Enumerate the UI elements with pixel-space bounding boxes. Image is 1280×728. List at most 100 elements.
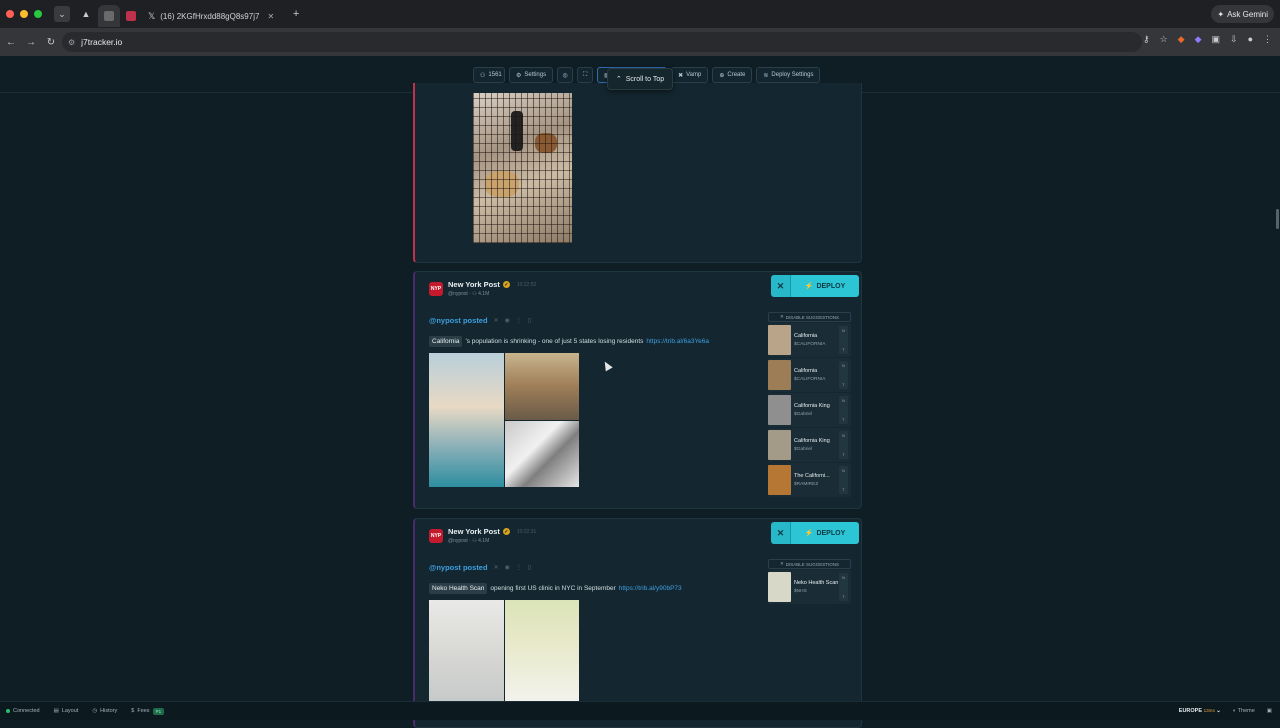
x-favicon-icon: 𝕏 [148, 10, 156, 21]
suggestion-thumb [768, 395, 791, 425]
suggestion-actions[interactable]: NT [839, 326, 848, 354]
fees-button[interactable]: $ Fees P1 [131, 707, 172, 715]
author-name[interactable]: New York Post [448, 527, 500, 536]
chat-icon[interactable]: ▣ [1267, 708, 1272, 714]
disable-suggestions-button[interactable]: ✕ DISABLE SUGGESTIONS [768, 312, 851, 322]
keyword-chip[interactable]: California [429, 336, 463, 347]
suggestion-item[interactable]: California King $Gabriel NT [768, 428, 851, 462]
url-input[interactable]: ⚙ j7tracker.io [62, 32, 1142, 52]
suggestion-item[interactable]: California $CALIFORNIA NT [768, 323, 851, 357]
close-tab-icon[interactable]: ✕ [267, 12, 274, 21]
pen-fence [473, 93, 572, 243]
deploy-button[interactable]: ⚡ DEPLOY [791, 522, 859, 544]
x-link-button[interactable]: ✕ [771, 275, 791, 297]
tweet-link[interactable]: https://trib.al/y90bP73 [619, 585, 682, 592]
pinned-tab-icon[interactable]: ▲ [78, 6, 94, 22]
disable-suggestions-button[interactable]: ✕ DISABLE SUGGESTIONS [768, 559, 851, 569]
settings-button[interactable]: ⚙ Settings [509, 67, 554, 83]
browser-extensions: ⚷ ☆ ◆ ◆ ▣ ⇩ ● ⋮ [1143, 34, 1272, 45]
copy-icon[interactable]: ▯ [528, 564, 531, 571]
region-selector[interactable]: EUROPE 13ms ⌄ [1179, 708, 1221, 714]
download-icon[interactable]: ⇩ [1230, 34, 1238, 45]
verified-badge-icon: ✓ [502, 528, 510, 535]
browser-menu-icon[interactable]: ⋮ [1263, 34, 1272, 45]
suggestion-item[interactable]: California $CALIFORNIA NT [768, 358, 851, 392]
more-icon[interactable]: ⋮ [516, 564, 522, 571]
bookmark-star-icon[interactable]: ☆ [1160, 34, 1168, 45]
back-icon[interactable]: ← [2, 37, 20, 48]
suggestion-item[interactable]: Neko Health Scan $NHS NT [768, 570, 851, 604]
tweet-link[interactable]: https://trib.al/6a3Ye6a [646, 338, 709, 345]
expand-icon: ⛶ [582, 71, 588, 78]
password-key-icon[interactable]: ⚷ [1143, 34, 1150, 45]
media-clinic-interior[interactable] [504, 600, 579, 704]
fees-badge: P1 [152, 707, 165, 715]
tab-j7tracker[interactable] [98, 5, 120, 27]
theme-icon: ◐ [1232, 708, 1237, 714]
profile-avatar-icon[interactable]: ● [1248, 34, 1253, 45]
media-street[interactable] [504, 353, 579, 420]
suggestion-actions[interactable]: NT [839, 466, 848, 494]
network-button[interactable]: ◎ [557, 67, 574, 83]
copy-icon[interactable]: ▯ [528, 317, 531, 324]
close-window-icon[interactable] [6, 10, 14, 18]
new-tab-button[interactable]: + [288, 6, 304, 22]
scroll-to-top-button[interactable]: ⌃ Scroll to Top [607, 68, 673, 90]
suggestion-actions[interactable]: NT [839, 396, 848, 424]
page-scrollbar[interactable] [1274, 93, 1280, 701]
tweet-photo-dogs[interactable] [473, 93, 572, 243]
maximize-window-icon[interactable] [34, 10, 42, 18]
tweet-header: NYP New York Post ✓ 10:22:52 @nypost · ⚇… [429, 280, 537, 297]
suggestion-item[interactable]: California King $Gabriel NT [768, 393, 851, 427]
tab-pinned-news[interactable] [120, 5, 142, 27]
more-icon[interactable]: ⋮ [516, 317, 522, 324]
tweet-card: NYP New York Post ✓ 10:22:31 @nypost · ⚇… [413, 518, 862, 728]
users-count-button[interactable]: ⚇ 1561 [473, 67, 505, 83]
deploy-settings-button[interactable]: ≋ Deploy Settings [756, 67, 821, 83]
tab-x-post[interactable]: 𝕏 (16) 2KGfHrxdd88gQ8s97j7 ✕ [142, 5, 280, 27]
extension-fox-icon[interactable]: ◆ [1178, 34, 1185, 45]
scrollbar-thumb[interactable] [1276, 209, 1279, 229]
keyword-chip[interactable]: Neko Health Scan [429, 583, 488, 594]
deploy-button[interactable]: ⚡ DEPLOY [791, 275, 859, 297]
reload-icon[interactable]: ↻ [42, 37, 60, 48]
media-surfers[interactable] [429, 353, 504, 487]
author-handle: @nypost [448, 291, 468, 297]
x-link-button[interactable]: ✕ [771, 522, 791, 544]
history-button[interactable]: ◷ History [92, 708, 125, 714]
author-handle: @nypost [448, 538, 468, 544]
suggestion-item[interactable]: The Californi... $RAMIREZ NT [768, 463, 851, 497]
layout-button[interactable]: ▤ Layout [54, 708, 87, 714]
avatar[interactable]: NYP [429, 282, 443, 296]
forward-icon[interactable]: → [22, 37, 40, 48]
news-favicon-icon [126, 11, 136, 21]
vamp-button[interactable]: ✖ Vamp [671, 67, 709, 83]
browser-address-bar: ← → ↻ ⚙ j7tracker.io ⚷ ☆ ◆ ◆ ▣ ⇩ ● ⋮ [0, 28, 1280, 56]
extension-purple-icon[interactable]: ◆ [1195, 34, 1202, 45]
eye-icon[interactable]: ◉ [505, 317, 510, 324]
tweet-text: Neko Health Scan opening first US clinic… [429, 583, 682, 594]
x-icon[interactable]: ✕ [494, 317, 499, 324]
tweet-media[interactable] [429, 353, 579, 487]
tab-search-icon[interactable]: ⌄ [54, 6, 70, 22]
eye-icon[interactable]: ◉ [505, 564, 510, 571]
x-icon[interactable]: ✕ [494, 564, 499, 571]
extensions-puzzle-icon[interactable]: ▣ [1212, 34, 1221, 45]
layers-icon: ≋ [763, 72, 769, 79]
media-crosswalk[interactable] [504, 420, 579, 487]
theme-button[interactable]: ◐ Theme [1233, 708, 1255, 714]
author-name[interactable]: New York Post [448, 280, 500, 289]
minimize-window-icon[interactable] [20, 10, 28, 18]
tweet-media[interactable] [429, 600, 579, 704]
suggestion-actions[interactable]: NT [839, 431, 848, 459]
suggestion-thumb [768, 325, 791, 355]
fullscreen-button[interactable]: ⛶ [577, 67, 594, 83]
suggestion-actions[interactable]: NT [839, 573, 848, 601]
ask-gemini-button[interactable]: ✦ Ask Gemini [1211, 5, 1274, 23]
create-button[interactable]: ⊕ Create [712, 67, 753, 83]
tweet-time: 10:22:31 [516, 528, 537, 535]
suggestion-actions[interactable]: NT [839, 361, 848, 389]
media-clinic-room[interactable] [429, 600, 504, 704]
avatar[interactable]: NYP [429, 529, 443, 543]
site-info-icon[interactable]: ⚙ [68, 38, 75, 47]
